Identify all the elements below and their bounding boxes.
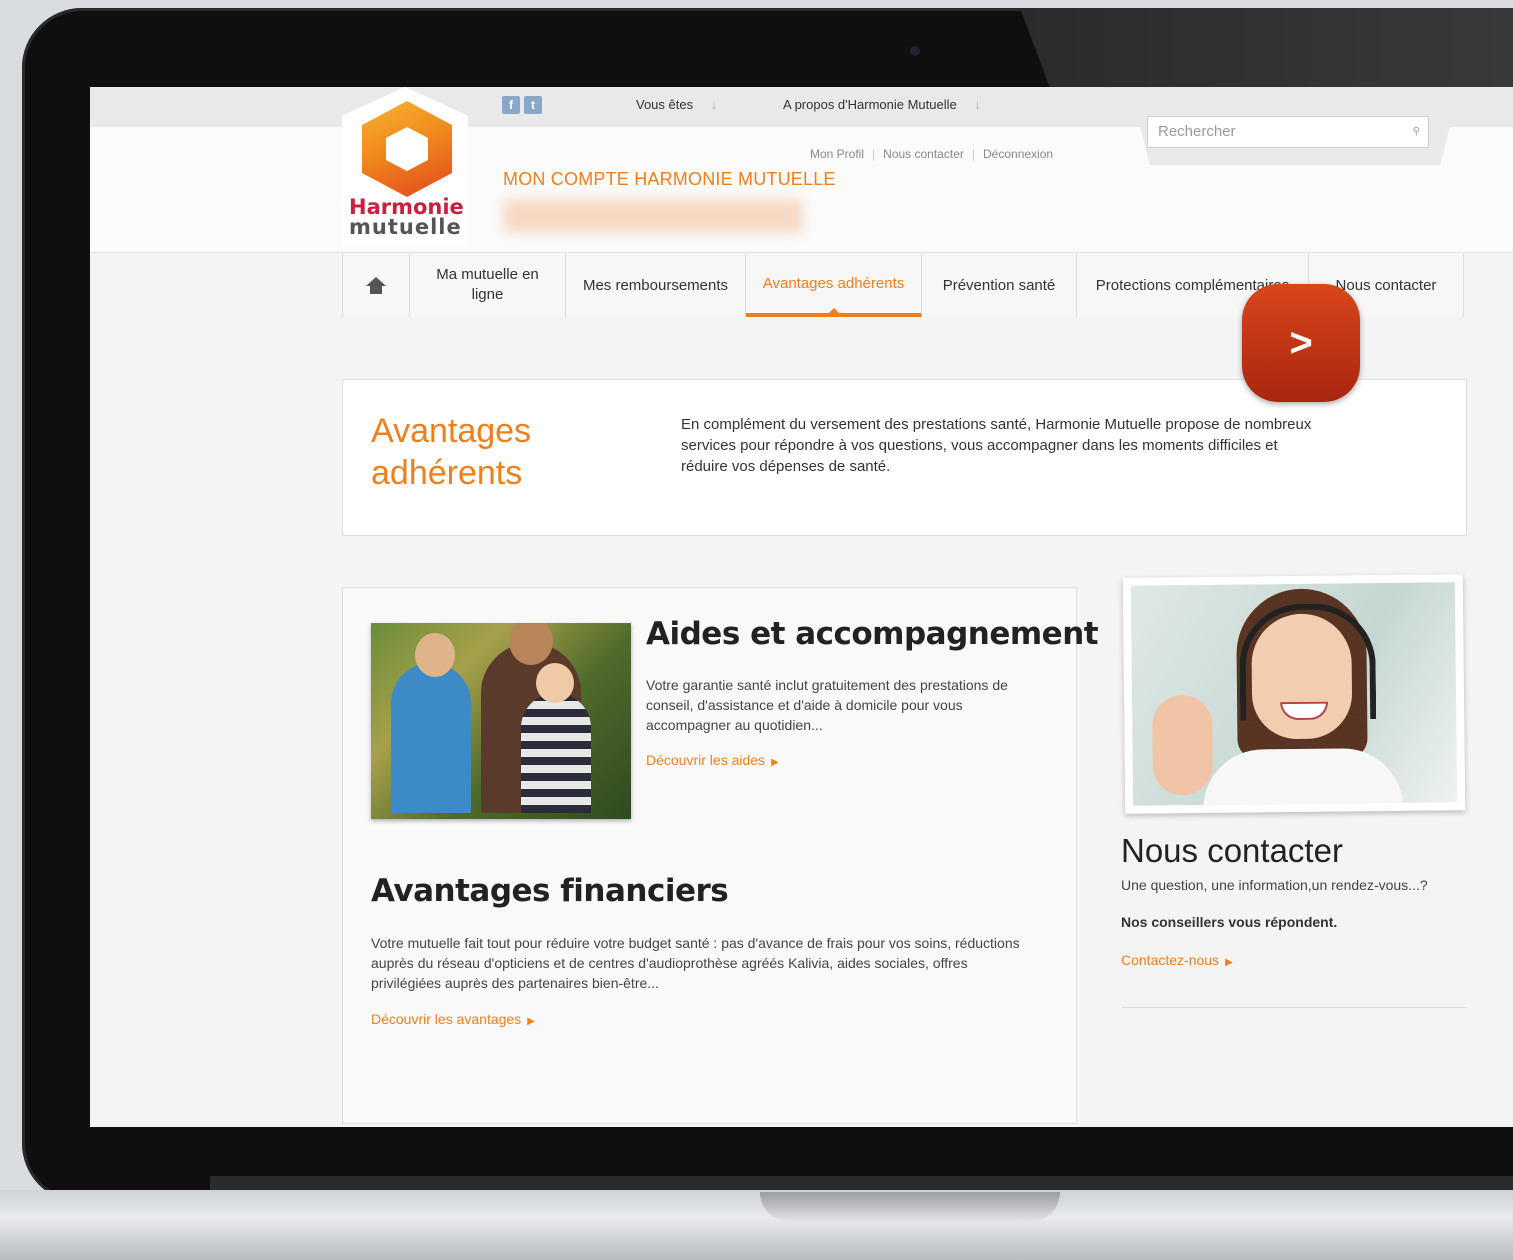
- family-photo: [371, 623, 631, 819]
- search-icon[interactable]: ⚲: [1413, 126, 1420, 137]
- arrow-down-icon: ↓: [974, 97, 981, 112]
- play-button[interactable]: >: [1242, 284, 1360, 402]
- account-title: MON COMPTE HARMONIE MUTUELLE: [503, 169, 836, 189]
- search-placeholder: Rechercher: [1158, 123, 1236, 140]
- section-avantages-title: Avantages financiers: [371, 873, 729, 909]
- link-nous-contacter[interactable]: Nous contacter: [883, 147, 964, 161]
- nav-home[interactable]: [343, 253, 410, 317]
- caret-right-icon: ▶: [1225, 957, 1233, 968]
- nav-prevention-sante[interactable]: Prévention santé: [922, 253, 1077, 317]
- contact-strong-text: Nos conseillers vous répondent.: [1121, 914, 1338, 930]
- arrow-down-icon: ↓: [710, 97, 718, 112]
- nav-ma-mutuelle[interactable]: Ma mutuelle en ligne: [410, 253, 566, 317]
- link-contactez-nous-label: Contactez-nous: [1121, 952, 1220, 968]
- section-aides-text: Votre garantie santé inclut gratuitement…: [646, 677, 1008, 733]
- search-input[interactable]: Rechercher ⚲: [1147, 116, 1429, 148]
- topnav-a-propos[interactable]: A propos d'Harmonie Mutuelle ↓: [783, 97, 981, 112]
- account-links: Mon Profil | Nous contacter | Déconnexion: [810, 147, 1054, 161]
- nav-remboursements[interactable]: Mes remboursements: [566, 253, 746, 317]
- divider: [1121, 1007, 1466, 1008]
- camera-icon: [910, 46, 920, 56]
- intro-panel: Avantages adhérents En complément du ver…: [342, 379, 1467, 536]
- browser-screen: Harmonie mutuelle f t Vous êtes ↓ A prop…: [90, 87, 1513, 1127]
- link-mon-profil[interactable]: Mon Profil: [810, 147, 864, 161]
- nav-avantages-adherents[interactable]: Avantages adhérents: [746, 253, 922, 317]
- twitter-icon[interactable]: t: [524, 96, 542, 114]
- link-decouvrir-avantages[interactable]: Découvrir les avantages ▶: [371, 1011, 535, 1027]
- link-deconnexion[interactable]: Déconnexion: [983, 147, 1053, 161]
- link-decouvrir-aides-label: Découvrir les aides: [646, 752, 766, 768]
- account-name-blurred: [503, 199, 803, 233]
- laptop-notch: [760, 1192, 1060, 1222]
- social-links: f t: [502, 96, 542, 114]
- link-decouvrir-aides[interactable]: Découvrir les aides ▶: [646, 752, 779, 768]
- contact-title: Nous contacter: [1121, 832, 1343, 869]
- section-aides-title: Aides et accompagnement: [646, 616, 1099, 652]
- intro-text: En complément du versement des prestatio…: [681, 416, 1312, 475]
- bezel-glare: [1020, 8, 1513, 88]
- section-avantages-text: Votre mutuelle fait tout pour réduire vo…: [371, 935, 1020, 991]
- topnav-vous-etes[interactable]: Vous êtes ↓: [636, 97, 717, 112]
- home-icon: [366, 277, 386, 294]
- link-decouvrir-avantages-label: Découvrir les avantages: [371, 1011, 522, 1027]
- intro-title: Avantages adhérents: [371, 412, 532, 492]
- link-contactez-nous[interactable]: Contactez-nous ▶: [1121, 952, 1233, 968]
- topnav-a-propos-label: A propos d'Harmonie Mutuelle: [783, 97, 957, 112]
- contact-text: Une question, une information,un rendez-…: [1121, 877, 1428, 893]
- caret-right-icon: ▶: [527, 1016, 535, 1027]
- laptop-base: [0, 1190, 1513, 1260]
- caret-right-icon: ▶: [771, 757, 779, 768]
- agent-photo: [1122, 574, 1466, 814]
- topnav-vous-etes-label: Vous êtes: [636, 97, 694, 112]
- logo-text-mutuelle[interactable]: mutuelle: [349, 215, 462, 239]
- facebook-icon[interactable]: f: [502, 96, 520, 114]
